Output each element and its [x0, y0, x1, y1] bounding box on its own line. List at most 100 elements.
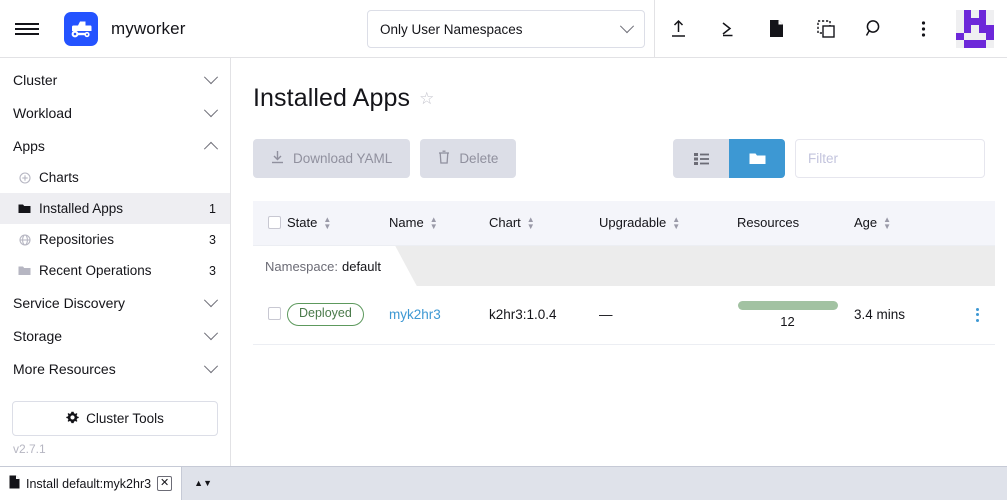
download-icon	[271, 150, 284, 167]
resources-progress-bar	[737, 300, 838, 310]
row-checkbox[interactable]	[268, 306, 281, 320]
avatar-cell	[956, 18, 964, 26]
installed-apps-table: State ▲ ▼ Name ▲ ▼ Chart ▲ ▼ Upgradable …	[253, 201, 995, 345]
column-header-upgradable[interactable]: Upgradable ▲ ▼	[599, 201, 737, 246]
main-content: Installed Apps ☆ Download YAML Delete Fi…	[231, 58, 1007, 466]
star-outline-icon[interactable]: ☆	[419, 90, 434, 107]
column-header-name[interactable]: Name ▲ ▼	[389, 201, 489, 246]
hamburger-bar	[15, 27, 39, 30]
sidebar-group-workload[interactable]: Workload	[0, 96, 230, 129]
chevron-down-glyph: ▼	[203, 478, 212, 488]
row-chart-cell: k2hr3:1.0.4	[489, 286, 599, 345]
avatar-cell	[978, 25, 987, 33]
avatar-cell	[956, 10, 964, 18]
column-header-resources: Resources	[737, 201, 854, 246]
kubectl-shell-button[interactable]	[703, 0, 752, 57]
download-yaml-label: Download YAML	[293, 151, 393, 166]
table-toolbar: Download YAML Delete	[253, 139, 985, 178]
app-name-link[interactable]: myk2hr3	[389, 307, 441, 322]
sidebar-item-label: Charts	[39, 170, 79, 185]
row-actions-cell	[959, 286, 995, 345]
table-header: State ▲ ▼ Name ▲ ▼ Chart ▲ ▼ Upgradable …	[253, 201, 995, 246]
column-header-age[interactable]: Age ▲ ▼	[854, 201, 959, 246]
file-icon	[9, 475, 20, 492]
plus-circle-icon	[18, 171, 31, 184]
avatar-cell	[986, 25, 994, 33]
sidebar-group-apps[interactable]: Apps	[0, 129, 230, 162]
sidebar-group-label: Storage	[13, 327, 63, 344]
table-row[interactable]: Deployed myk2hr3 k2hr3:1.0.4 — 12 3.4 mi…	[253, 286, 995, 345]
avatar-cell	[979, 33, 987, 41]
namespace-group-key: Namespace:	[265, 258, 338, 274]
table-header-row: State ▲ ▼ Name ▲ ▼ Chart ▲ ▼ Upgradable …	[253, 201, 995, 246]
expand-collapse-icon[interactable]: ▲ ▼	[182, 467, 224, 500]
sidebar-item-label: Installed Apps	[39, 201, 124, 216]
avatar-cell	[986, 32, 994, 41]
overflow-menu-button[interactable]	[899, 0, 948, 57]
close-icon[interactable]: ✕	[157, 476, 173, 491]
row-select-cell	[253, 286, 287, 345]
select-all-checkbox[interactable]	[268, 216, 281, 230]
rancher-app-window: myworker Only User Namespaces Cluster Wo…	[0, 0, 1007, 500]
chevron-down-icon	[203, 292, 219, 307]
flat-list-view-toggle[interactable]	[673, 139, 729, 178]
version-label: v2.7.1	[13, 442, 46, 456]
sidebar-group-storage[interactable]: Storage	[0, 319, 230, 352]
copy-kubeconfig-button[interactable]	[801, 0, 850, 57]
page-title: Installed Apps	[253, 84, 411, 112]
download-yaml-button[interactable]: Download YAML	[253, 139, 411, 178]
sort-icon: ▲ ▼	[883, 214, 892, 231]
globe-icon	[18, 233, 31, 246]
column-label-age: Age	[854, 215, 878, 231]
grouped-view-toggle[interactable]	[729, 139, 785, 178]
search-button[interactable]	[850, 0, 899, 57]
kebab-dot	[975, 307, 979, 311]
sidebar-group-cluster[interactable]: Cluster	[0, 63, 230, 96]
sidebar-item-count: 1	[209, 201, 216, 216]
row-upgradable-cell: —	[599, 286, 737, 345]
delete-label: Delete	[459, 151, 499, 166]
column-header-actions	[959, 201, 995, 246]
namespace-group-value: default	[341, 258, 382, 274]
sidebar-item-charts[interactable]: Charts	[0, 162, 230, 193]
kebab-dot	[975, 318, 979, 322]
docs-button[interactable]	[752, 0, 801, 57]
namespace-group-tab: Namespace: default	[253, 246, 417, 287]
namespace-group-row: Namespace: default	[253, 245, 995, 286]
user-avatar[interactable]	[956, 10, 994, 48]
rancher-logo-icon[interactable]	[64, 11, 98, 46]
trash-icon	[438, 150, 450, 167]
avatar-cell	[956, 40, 964, 48]
cluster-tools-button[interactable]: Cluster Tools	[12, 401, 218, 436]
namespace-filter-dropdown[interactable]: Only User Namespaces	[367, 10, 645, 48]
import-yaml-button[interactable]	[654, 0, 703, 57]
column-header-state[interactable]: State ▲ ▼	[287, 201, 389, 246]
column-label-name: Name	[389, 215, 424, 231]
sort-icon: ▲ ▼	[429, 214, 438, 231]
chevron-down-icon	[619, 19, 635, 34]
left-sidebar: Cluster Workload Apps Charts Installed A…	[0, 58, 231, 466]
kebab-dot	[975, 313, 979, 317]
hamburger-bar	[15, 22, 39, 25]
hamburger-icon[interactable]	[0, 0, 54, 57]
sidebar-item-repositories[interactable]: Repositories 3	[0, 224, 230, 255]
install-task-item[interactable]: Install default:myk2hr3 ✕	[0, 467, 183, 500]
delete-button[interactable]: Delete	[420, 139, 517, 178]
sidebar-item-installed-apps[interactable]: Installed Apps 1	[0, 193, 230, 224]
avatar-cell	[978, 17, 987, 26]
row-state-cell: Deployed	[287, 286, 389, 345]
row-actions-kebab-menu-icon[interactable]	[959, 307, 995, 322]
filter-input[interactable]	[795, 139, 985, 178]
sidebar-item-count: 3	[209, 232, 216, 247]
sidebar-group-more-resources[interactable]: More Resources	[0, 352, 230, 385]
sidebar-item-recent-operations[interactable]: Recent Operations 3	[0, 255, 230, 286]
resources-count: 12	[780, 313, 795, 329]
column-header-chart[interactable]: Chart ▲ ▼	[489, 201, 599, 246]
avatar-cell	[986, 40, 994, 48]
avatar-cell	[963, 10, 972, 18]
cluster-name: myworker	[111, 18, 186, 38]
sidebar-group-service-discovery[interactable]: Service Discovery	[0, 286, 230, 319]
namespace-group-cell: Namespace: default	[253, 245, 995, 286]
top-header: myworker Only User Namespaces	[0, 0, 1007, 58]
